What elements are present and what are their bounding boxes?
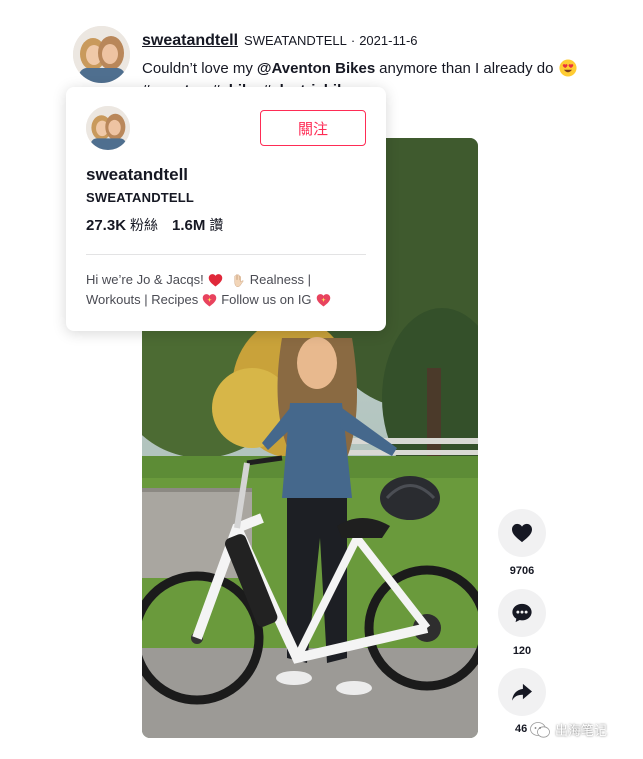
red-heart-emoji-icon — [208, 273, 223, 286]
heart-icon — [512, 523, 532, 543]
card-username[interactable]: sweatandtell — [86, 165, 188, 185]
comment-button[interactable] — [498, 589, 546, 637]
like-count: 9706 — [509, 565, 535, 577]
author-username[interactable]: sweatandtell — [142, 32, 238, 50]
bio-line-1: Hi we’re Jo & Jacqs! Realness | — [86, 270, 366, 290]
bio-text-1b: Realness | — [249, 272, 311, 287]
share-button[interactable] — [498, 668, 546, 716]
followers-count: 27.3K — [86, 217, 127, 234]
bio-text-1a: Hi we’re Jo & Jacqs! — [86, 272, 204, 287]
share-count: 46 — [515, 723, 528, 735]
heart-eyes-emoji-icon — [559, 59, 577, 77]
author-avatar[interactable] — [73, 26, 130, 83]
comment-bubble-icon — [512, 603, 532, 623]
card-divider — [86, 254, 366, 255]
like-action: 9706 — [498, 509, 546, 577]
author-handle: SWEATANDTELL — [244, 33, 347, 48]
bio-line-2: Workouts | Recipes Follow us on IG — [86, 290, 366, 310]
followers-label: 粉絲 — [130, 218, 159, 234]
post-header: sweatandtell SWEATANDTELL · 2021-11-6 Co… — [142, 32, 623, 77]
author-line: sweatandtell SWEATANDTELL · 2021-11-6 — [142, 32, 623, 50]
card-handle: SWEATANDTELL — [86, 190, 195, 205]
likes-count: 1.6M — [172, 217, 206, 234]
profile-hover-card: 關注 sweatandtell SWEATANDTELL 27.3K 粉絲 1.… — [66, 87, 386, 331]
card-stats: 27.3K 粉絲 1.6M 讚 — [86, 215, 223, 235]
like-button[interactable] — [498, 509, 546, 557]
share-action — [498, 668, 546, 716]
watermark-text: 出海笔记 — [555, 724, 608, 739]
separator-dot: · — [350, 33, 356, 48]
follow-button[interactable]: 關注 — [260, 110, 366, 146]
caption-text-after: anymore than I already do — [379, 59, 554, 77]
bio-text-2b: Follow us on IG — [221, 292, 312, 307]
caption-text-before: Couldn’t love my — [142, 59, 253, 77]
sparkling-heart-emoji-icon — [316, 293, 330, 306]
post-caption: Couldn’t love my @Aventon Bikes anymore … — [142, 59, 623, 77]
comment-count: 120 — [512, 645, 532, 657]
tiktok-post-page: sweatandtell SWEATANDTELL · 2021-11-6 Co… — [0, 0, 643, 759]
comment-action: 120 — [498, 589, 546, 657]
post-date: 2021-11-6 — [359, 33, 418, 48]
bio-text-2a: Workouts | Recipes — [86, 292, 199, 307]
sparkling-heart-emoji-icon — [202, 293, 217, 306]
likes-label: 讚 — [209, 218, 224, 234]
caption-mention-link[interactable]: @Aventon Bikes — [257, 60, 375, 77]
waving-hand-emoji-icon — [234, 273, 244, 287]
card-avatar[interactable] — [86, 106, 130, 150]
share-arrow-icon — [512, 683, 532, 701]
wechat-logo-icon — [530, 721, 550, 738]
card-bio: Hi we’re Jo & Jacqs! Realness | Workouts… — [86, 270, 366, 310]
watermark: 出海笔记 — [530, 720, 607, 739]
